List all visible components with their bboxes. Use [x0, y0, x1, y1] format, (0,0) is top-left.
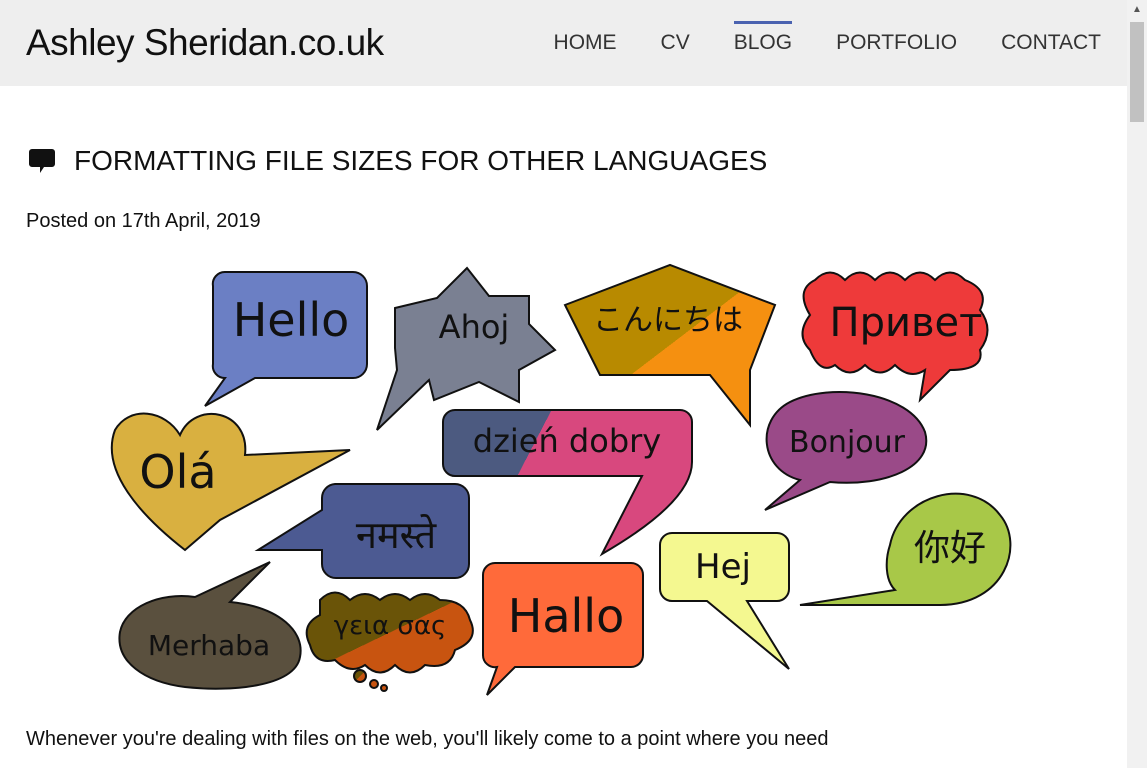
greeting-french: Bonjour — [789, 425, 906, 460]
scrollbar-thumb[interactable] — [1130, 22, 1144, 122]
nav-cv[interactable]: CV — [661, 0, 690, 86]
greeting-turkish: Merhaba — [148, 629, 270, 662]
speech-bubble-icon — [29, 149, 55, 173]
nav-portfolio[interactable]: PORTFOLIO — [836, 0, 957, 86]
scrollbar[interactable]: ▲ — [1127, 0, 1147, 768]
greeting-portuguese: Olá — [139, 445, 216, 499]
greeting-russian: Привет — [830, 300, 983, 346]
greeting-polish: dzień dobry — [473, 422, 661, 460]
post-title-row: FORMATTING FILE SIZES FOR OTHER LANGUAGE… — [28, 145, 767, 177]
greeting-swedish: Hej — [695, 547, 751, 587]
nav-blog[interactable]: BLOG — [733, 0, 793, 86]
greeting-japanese: こんにちは — [593, 303, 743, 338]
greeting-chinese: 你好 — [914, 528, 986, 569]
post-date: Posted on 17th April, 2019 — [26, 210, 261, 232]
greeting-hindi: नमस्ते — [356, 513, 438, 557]
post-title: FORMATTING FILE SIZES FOR OTHER LANGUAGE… — [74, 145, 768, 176]
site-logo[interactable]: Ashley Sheridan.co.uk — [26, 22, 384, 64]
greeting-ahoj: Ahoj — [439, 308, 510, 346]
greeting-german: Hallo — [508, 589, 624, 643]
scroll-up-icon[interactable]: ▲ — [1132, 4, 1142, 15]
greetings-illustration: Hello Ahoj こんにちは Привет Olá dzień dobry … — [110, 263, 1012, 696]
site-header: Ashley Sheridan.co.uk HOME CV BLOG PORTF… — [0, 0, 1127, 86]
post-intro: Whenever you're dealing with files on th… — [26, 728, 829, 750]
main-nav: HOME CV BLOG PORTFOLIO CONTACT — [554, 0, 1101, 86]
greeting-greek: γεια σας — [334, 611, 447, 641]
nav-home[interactable]: HOME — [554, 0, 617, 86]
greeting-hello: Hello — [233, 293, 350, 347]
nav-contact[interactable]: CONTACT — [1001, 0, 1101, 86]
